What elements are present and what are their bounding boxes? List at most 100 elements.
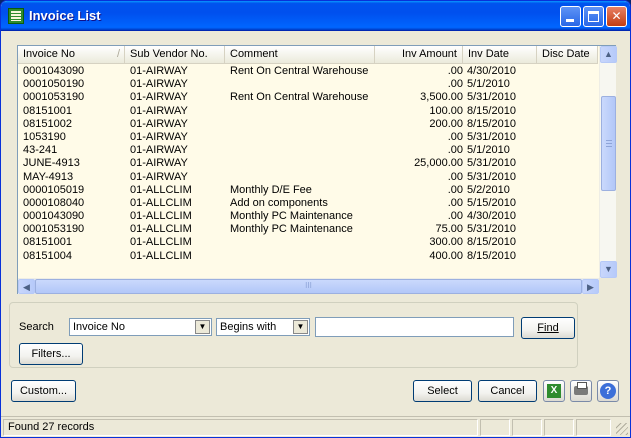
cell-inv-date: 5/1/2010: [467, 78, 510, 91]
export-excel-button[interactable]: X: [543, 380, 565, 402]
column-header-amount[interactable]: Inv Amount: [375, 46, 463, 63]
horizontal-scrollbar[interactable]: ◀ III ▶: [18, 278, 599, 294]
cell-invoice-no: 43-241: [23, 144, 58, 157]
table-row[interactable]: 0001053190 01-AIRWAY Rent On Central Wareh…: [18, 91, 598, 104]
resize-grip-icon[interactable]: [616, 423, 628, 435]
scroll-up-button[interactable]: ▲: [600, 46, 617, 63]
cell-inv-date: 8/15/2010: [467, 104, 516, 117]
find-button[interactable]: Find: [521, 317, 575, 339]
cell-inv-date: 5/31/2010: [467, 130, 516, 143]
table-row[interactable]: 0001043090 01-ALLCLIM Monthly PC Maintenan…: [18, 210, 598, 223]
column-header-inv-date[interactable]: Inv Date: [463, 46, 537, 63]
cell-invoice-no: 0001050190: [23, 78, 85, 91]
grid-rows: 0001043090 01-AIRWAY Rent On Central Wareh…: [18, 65, 598, 280]
cell-vendor: 01-AIRWAY: [130, 117, 188, 130]
cell-invoice-no: MAY-4913: [23, 170, 74, 183]
find-label: Find: [537, 322, 559, 334]
custom-button[interactable]: Custom...: [11, 380, 76, 402]
scrollbar-corner: [599, 278, 616, 294]
cell-amount: .00: [447, 170, 463, 183]
maximize-button[interactable]: [583, 6, 604, 27]
table-row[interactable]: 1053190 01-AIRWAY .00 5/31/2010: [18, 131, 598, 144]
scroll-down-button[interactable]: ▼: [600, 261, 617, 278]
print-button[interactable]: [570, 380, 592, 402]
vertical-scroll-thumb[interactable]: [601, 96, 616, 191]
status-pane: [576, 419, 611, 436]
chevron-right-icon: ▶: [587, 282, 594, 292]
table-row[interactable]: 0000108040 01-ALLCLIM Add on components .00…: [18, 197, 598, 210]
cell-comment: Monthly PC Maintenance: [230, 210, 353, 223]
grip-lines-icon: III: [305, 281, 312, 290]
column-header-vendor[interactable]: Sub Vendor No.: [125, 46, 225, 63]
cell-amount: 300.00: [429, 236, 463, 249]
search-panel: Search Invoice No ▼ Begins with ▼ Find F…: [9, 302, 578, 368]
window-title: Invoice List: [29, 8, 101, 23]
cell-amount: .00: [447, 65, 463, 77]
cell-inv-date: 5/31/2010: [467, 170, 516, 183]
cell-amount: 100.00: [429, 104, 463, 117]
horizontal-scroll-thumb[interactable]: III: [35, 279, 582, 294]
cell-amount: 3,500.00: [420, 91, 463, 104]
chevron-down-icon: ▼: [604, 264, 613, 274]
status-bar: Found 27 records: [1, 416, 630, 437]
search-operator-select[interactable]: Begins with ▼: [216, 318, 310, 336]
filters-label: Filters...: [31, 348, 71, 360]
cell-invoice-no: 08151001: [23, 104, 72, 117]
cell-vendor: 01-ALLCLIM: [130, 196, 192, 209]
table-row[interactable]: 0000105019 01-ALLCLIM Monthly D/E Fee .00 5/…: [18, 184, 598, 197]
cell-vendor: 01-AIRWAY: [130, 144, 188, 157]
cell-amount: .00: [447, 183, 463, 196]
search-input[interactable]: [315, 317, 514, 337]
cell-vendor: 01-AIRWAY: [130, 65, 188, 77]
table-row[interactable]: 08151001 01-AIRWAY 100.00 8/15/2010: [18, 105, 598, 118]
cell-inv-date: 5/15/2010: [467, 196, 516, 209]
table-row[interactable]: 0001050190 01-AIRWAY .00 5/1/2010: [18, 78, 598, 91]
table-row[interactable]: 08151002 01-AIRWAY 200.00 8/15/2010: [18, 118, 598, 131]
cell-comment: Rent On Central Warehouse: [230, 91, 369, 104]
cell-invoice-no: 0001053190: [23, 91, 85, 104]
cell-invoice-no: 1053190: [23, 130, 66, 143]
cell-comment: Monthly PC Maintenance: [230, 223, 353, 236]
table-row[interactable]: 43-241 01-AIRWAY .00 5/1/2010: [18, 144, 598, 157]
invoice-grid[interactable]: Invoice No / Sub Vendor No. Comment Inv …: [17, 45, 617, 294]
help-button[interactable]: ?: [597, 380, 619, 402]
cell-amount: .00: [447, 144, 463, 157]
status-pane: [480, 419, 510, 436]
minimize-button[interactable]: [560, 6, 581, 27]
table-row[interactable]: JUNE-4913 01-AIRWAY 25,000.00 5/31/2010: [18, 157, 598, 170]
cancel-button[interactable]: Cancel: [478, 380, 537, 402]
cell-inv-date: 8/15/2010: [467, 249, 516, 262]
search-field-select[interactable]: Invoice No ▼: [69, 318, 212, 336]
close-button[interactable]: ✕: [606, 6, 627, 27]
vertical-scrollbar[interactable]: ▲ ▼: [599, 46, 617, 278]
select-button[interactable]: Select: [413, 380, 472, 402]
cell-inv-date: 5/2/2010: [467, 183, 510, 196]
cell-amount: 200.00: [429, 117, 463, 130]
chevron-left-icon: ◀: [23, 282, 30, 292]
column-header-invoice-no[interactable]: Invoice No /: [18, 46, 125, 63]
printer-icon: [574, 382, 588, 395]
cell-invoice-no: 08151002: [23, 117, 72, 130]
cell-vendor: 01-ALLCLIM: [130, 183, 192, 196]
cell-vendor: 01-ALLCLIM: [130, 249, 192, 262]
cell-vendor: 01-AIRWAY: [130, 130, 188, 143]
table-row[interactable]: MAY-4913 01-AIRWAY .00 5/31/2010: [18, 171, 598, 184]
table-row[interactable]: 0001053190 01-ALLCLIM Monthly PC Maintenan…: [18, 223, 598, 236]
title-bar[interactable]: Invoice List ✕: [1, 1, 630, 31]
cell-invoice-no: 0000108040: [23, 196, 85, 209]
cell-inv-date: 5/31/2010: [467, 91, 516, 104]
search-label: Search: [19, 321, 54, 333]
table-row[interactable]: 08151001 01-ALLCLIM 300.00 8/15/2010: [18, 236, 598, 249]
chevron-down-icon[interactable]: ▼: [293, 320, 308, 334]
chevron-down-icon[interactable]: ▼: [195, 320, 210, 334]
cell-inv-date: 8/15/2010: [467, 236, 516, 249]
filters-button[interactable]: Filters...: [19, 343, 83, 365]
scroll-left-button[interactable]: ◀: [18, 279, 35, 294]
table-row[interactable]: 08151004 01-ALLCLIM 400.00 8/15/2010: [18, 250, 598, 263]
close-icon: ✕: [611, 9, 622, 23]
scroll-right-button[interactable]: ▶: [582, 279, 599, 294]
column-header-comment[interactable]: Comment: [225, 46, 375, 63]
column-header-disc-date[interactable]: Disc Date: [537, 46, 598, 63]
grip-line-icon: [606, 146, 612, 147]
table-row[interactable]: 0001043090 01-AIRWAY Rent On Central Wareh…: [18, 65, 598, 78]
